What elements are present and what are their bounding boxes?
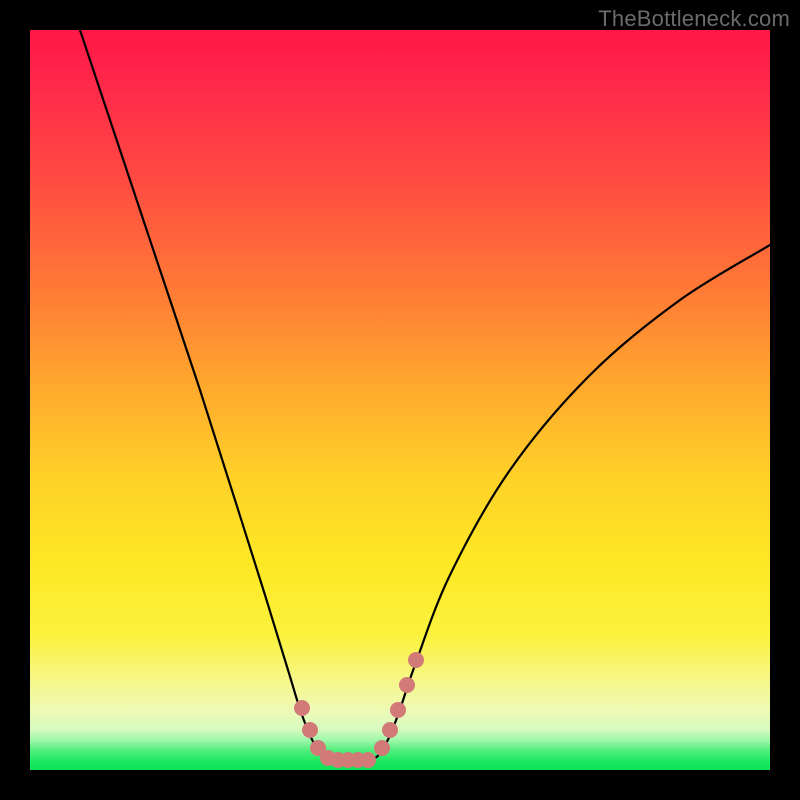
chart-area — [30, 30, 770, 770]
right-dip-marker — [390, 702, 406, 718]
left-dip-marker — [360, 752, 376, 768]
right-dip-marker — [374, 740, 390, 756]
watermark-text: TheBottleneck.com — [598, 6, 790, 32]
bottleneck-plot — [30, 30, 770, 770]
left-dip-marker — [302, 722, 318, 738]
highlight-markers — [294, 652, 424, 768]
right-dip-marker — [382, 722, 398, 738]
right-dip-marker — [399, 677, 415, 693]
right-dip-marker — [408, 652, 424, 668]
left-dip-marker — [294, 700, 310, 716]
bottleneck-curve — [80, 30, 770, 762]
